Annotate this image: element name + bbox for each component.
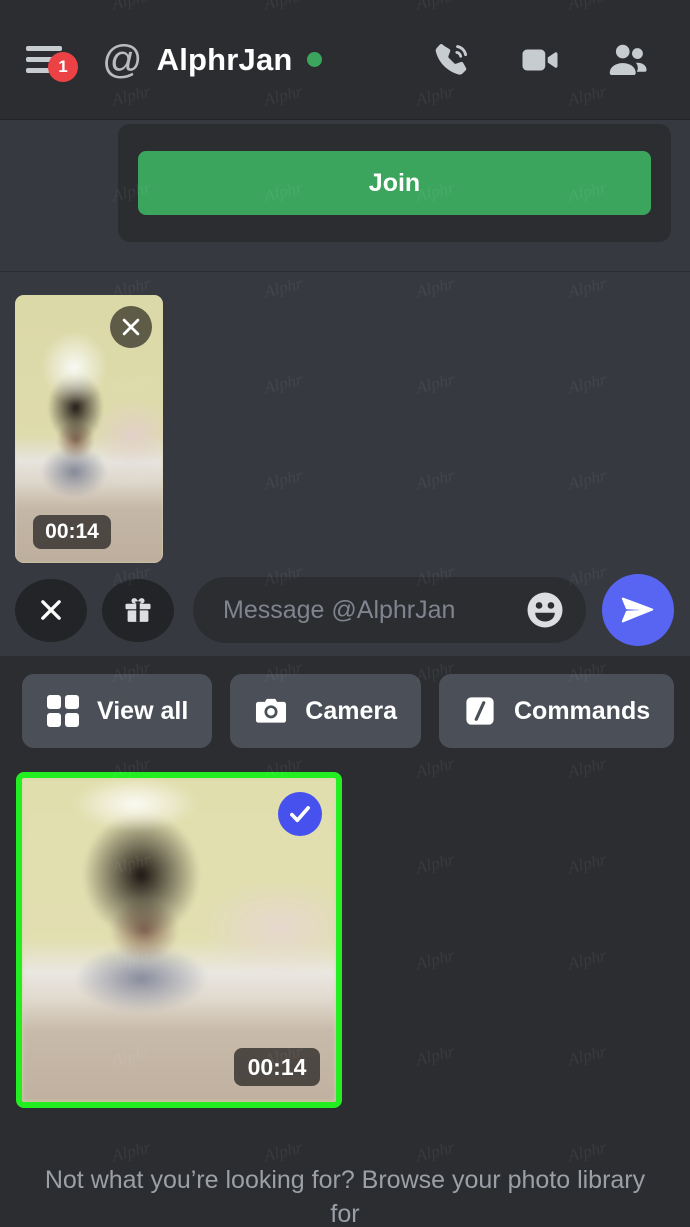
quick-actions-bar: View all Camera Commands (0, 656, 690, 766)
video-call-icon[interactable] (518, 40, 562, 80)
send-icon (621, 597, 654, 623)
gift-icon (125, 598, 151, 622)
page-title: AlphrJan (156, 41, 293, 77)
message-input[interactable]: Message @AlphrJan (193, 577, 586, 643)
chat-header: 1 @ AlphrJan (0, 0, 690, 120)
join-section: Join (0, 120, 690, 272)
camera-label: Camera (305, 696, 397, 725)
gallery-item-selected[interactable]: 00:14 (16, 772, 342, 1108)
members-icon[interactable] (606, 40, 650, 80)
camera-button[interactable]: Camera (230, 674, 421, 748)
selection-check-icon[interactable] (278, 792, 322, 836)
send-button[interactable] (602, 574, 674, 646)
cancel-attachment-button[interactable] (15, 578, 87, 642)
app-root: 1 @ AlphrJan Join 00:14 Message @AlphrJa… (0, 0, 690, 1227)
attachment-duration-label: 00:14 (33, 515, 111, 549)
commands-label: Commands (514, 696, 651, 725)
close-icon (41, 600, 61, 620)
status-badge (306, 52, 322, 67)
camera-icon (254, 694, 288, 728)
menu-button[interactable]: 1 (26, 30, 98, 90)
at-symbol-icon: @ (102, 37, 143, 82)
attachment-strip: 00:14 (0, 273, 690, 570)
gallery-hint-text[interactable]: Not what you’re looking for? Browse your… (0, 1164, 690, 1227)
voice-call-icon[interactable] (430, 40, 474, 80)
remove-attachment-button[interactable] (110, 306, 152, 348)
gallery-item-duration-label: 00:14 (234, 1048, 320, 1086)
grid-icon (46, 694, 80, 728)
join-button[interactable]: Join (138, 151, 651, 215)
commands-button[interactable]: Commands (439, 674, 675, 748)
view-all-button[interactable]: View all (22, 674, 213, 748)
emoji-icon[interactable] (524, 589, 566, 631)
message-composer: Message @AlphrJan (0, 570, 690, 650)
close-icon (122, 318, 140, 336)
gift-button[interactable] (102, 578, 174, 642)
view-all-label: View all (97, 696, 189, 725)
join-card: Join (118, 124, 671, 242)
header-actions (430, 40, 650, 80)
photo-gallery: 00:14 Not what you’re looking for? Brows… (0, 766, 690, 1227)
message-placeholder: Message @AlphrJan (223, 595, 456, 624)
slash-command-icon (463, 694, 497, 728)
attachment-thumbnail[interactable]: 00:14 (15, 295, 163, 563)
unread-badge: 1 (48, 51, 78, 82)
